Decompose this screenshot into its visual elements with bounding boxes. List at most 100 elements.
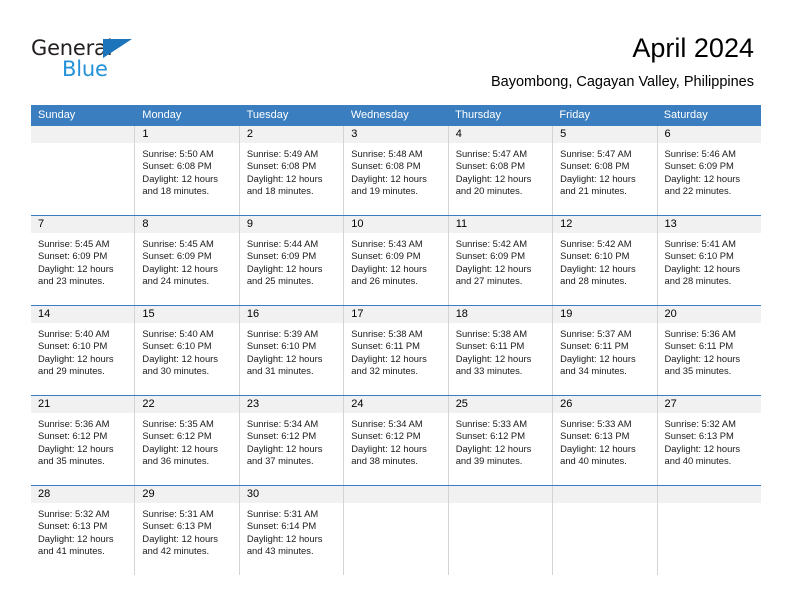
calendar-day-cell[interactable]: 24 Sunrise: 5:34 AM Sunset: 6:12 PM Dayligh…	[344, 396, 449, 485]
generalblue-logo[interactable]: General Blue	[31, 36, 211, 82]
calendar-day-cell[interactable]: 16 Sunrise: 5:39 AM Sunset: 6:10 PM Dayligh…	[239, 306, 345, 395]
daylight-text-line2: and 41 minutes.	[38, 544, 105, 556]
calendar-day-cell[interactable]: 4 Sunrise: 5:47 AM Sunset: 6:08 PM Daylight…	[448, 126, 554, 215]
sunset-text: Sunset: 6:10 PM	[560, 250, 630, 262]
day-details: Sunrise: 5:42 AM Sunset: 6:09 PM Daylight:…	[449, 233, 552, 287]
calendar-day-cell[interactable]: 23 Sunrise: 5:34 AM Sunset: 6:12 PM Dayligh…	[239, 396, 345, 485]
day-number: 6	[657, 126, 761, 143]
sunrise-text: Sunrise: 5:37 AM	[560, 328, 632, 339]
sunrise-text: Sunrise: 5:48 AM	[351, 148, 423, 159]
calendar-day-cell[interactable]: 25 Sunrise: 5:33 AM Sunset: 6:12 PM Dayligh…	[448, 396, 554, 485]
day-number: 22	[135, 396, 239, 413]
calendar-day-cell[interactable]: 10 Sunrise: 5:43 AM Sunset: 6:09 PM Dayligh…	[344, 216, 449, 305]
calendar-day-cell[interactable]: 28 Sunrise: 5:32 AM Sunset: 6:13 PM Dayligh…	[31, 486, 136, 575]
daylight-text-line2: and 35 minutes.	[38, 454, 105, 466]
calendar-day-cell[interactable]: 13 Sunrise: 5:41 AM Sunset: 6:10 PM Dayligh…	[657, 216, 761, 305]
calendar-day-cell[interactable]: 30 Sunrise: 5:31 AM Sunset: 6:14 PM Dayligh…	[239, 486, 345, 575]
sunrise-text: Sunrise: 5:42 AM	[455, 238, 528, 249]
calendar-day-cell[interactable]: 7 Sunrise: 5:45 AM Sunset: 6:09 PM Daylight…	[31, 216, 136, 305]
title-block: April 2024 Bayombong, Cagayan Valley, Ph…	[491, 32, 754, 91]
daylight-text-line1: Daylight: 12 hours	[351, 172, 427, 184]
sunset-text: Sunset: 6:14 PM	[246, 520, 317, 532]
calendar-day-cell[interactable]: 18 Sunrise: 5:38 AM Sunset: 6:11 PM Dayligh…	[448, 306, 554, 395]
day-details: Sunrise: 5:34 AM Sunset: 6:12 PM Daylight:…	[240, 413, 343, 467]
sunset-text: Sunset: 6:10 PM	[246, 340, 317, 352]
day-number: 21	[31, 396, 135, 413]
sunset-text: Sunset: 6:11 PM	[455, 340, 525, 352]
day-number: 11	[448, 216, 553, 233]
day-details: Sunrise: 5:34 AM Sunset: 6:12 PM Daylight:…	[344, 413, 447, 467]
sunrise-text: Sunrise: 5:41 AM	[664, 238, 736, 249]
sunrise-text: Sunrise: 5:49 AM	[246, 148, 319, 159]
daylight-text-line1: Daylight: 12 hours	[351, 442, 427, 454]
calendar-day-cell[interactable]: 1 Sunrise: 5:50 AM Sunset: 6:08 PM Daylight…	[135, 126, 240, 215]
daylight-text-line1: Daylight: 12 hours	[351, 262, 427, 274]
sunset-text: Sunset: 6:12 PM	[142, 430, 212, 442]
dow-friday: Friday	[559, 109, 590, 121]
sunset-text: Sunset: 6:12 PM	[351, 430, 421, 442]
sunset-text: Sunset: 6:09 PM	[38, 250, 108, 262]
calendar-day-cell[interactable]: 15 Sunrise: 5:40 AM Sunset: 6:10 PM Dayligh…	[135, 306, 240, 395]
sunset-text: Sunset: 6:09 PM	[246, 250, 317, 262]
calendar-day-cell[interactable]: 8 Sunrise: 5:45 AM Sunset: 6:09 PM Daylight…	[135, 216, 240, 305]
day-details: Sunrise: 5:42 AM Sunset: 6:10 PM Daylight:…	[553, 233, 656, 287]
day-number: 9	[239, 216, 344, 233]
day-number: 29	[135, 486, 239, 503]
calendar-day-cell[interactable]: 14 Sunrise: 5:40 AM Sunset: 6:10 PM Dayligh…	[31, 306, 136, 395]
day-details: Sunrise: 5:47 AM Sunset: 6:08 PM Daylight:…	[449, 143, 552, 197]
daylight-text-line2: and 24 minutes.	[142, 274, 210, 286]
sunset-text: Sunset: 6:09 PM	[455, 250, 525, 262]
sunset-text: Sunset: 6:08 PM	[455, 160, 525, 172]
sunset-text: Sunset: 6:13 PM	[560, 430, 630, 442]
sunset-text: Sunset: 6:08 PM	[560, 160, 630, 172]
daylight-text-line2: and 20 minutes.	[455, 184, 523, 196]
daylight-text-line2: and 21 minutes.	[560, 184, 627, 196]
calendar-week-inner: 14 Sunrise: 5:40 AM Sunset: 6:10 PM Dayligh…	[31, 306, 761, 395]
daylight-text-line1: Daylight: 12 hours	[560, 262, 636, 274]
calendar-day-cell[interactable]: 11 Sunrise: 5:42 AM Sunset: 6:09 PM Dayligh…	[448, 216, 554, 305]
calendar-day-cell[interactable]: 26 Sunrise: 5:33 AM Sunset: 6:13 PM Dayligh…	[553, 396, 658, 485]
calendar-day-cell[interactable]: 19 Sunrise: 5:37 AM Sunset: 6:11 PM Dayligh…	[553, 306, 658, 395]
location-subtitle: Bayombong, Cagayan Valley, Philippines	[490, 74, 754, 90]
daylight-text-line1: Daylight: 12 hours	[38, 442, 114, 454]
day-details: Sunrise: 5:46 AM Sunset: 6:09 PM Daylight:…	[658, 143, 761, 197]
calendar-day-cell[interactable]: 3 Sunrise: 5:48 AM Sunset: 6:08 PM Daylight…	[344, 126, 449, 215]
calendar-day-cell[interactable]: 20 Sunrise: 5:36 AM Sunset: 6:11 PM Dayligh…	[657, 306, 761, 395]
daylight-text-line2: and 18 minutes.	[246, 184, 314, 196]
day-details: Sunrise: 5:38 AM Sunset: 6:11 PM Daylight:…	[344, 323, 447, 377]
calendar-day-cell[interactable]: 6 Sunrise: 5:46 AM Sunset: 6:09 PM Daylight…	[657, 126, 761, 215]
sunset-text: Sunset: 6:12 PM	[246, 430, 317, 442]
daylight-text-line1: Daylight: 12 hours	[142, 442, 218, 454]
calendar-day-cell[interactable]: 9 Sunrise: 5:44 AM Sunset: 6:09 PM Daylight…	[239, 216, 345, 305]
calendar-day-cell[interactable]: 5 Sunrise: 5:47 AM Sunset: 6:08 PM Daylight…	[553, 126, 658, 215]
day-number: 14	[31, 306, 135, 323]
calendar-day-cell[interactable]: 12 Sunrise: 5:42 AM Sunset: 6:10 PM Dayligh…	[553, 216, 658, 305]
calendar-day-cell[interactable]: 2 Sunrise: 5:49 AM Sunset: 6:08 PM Daylight…	[239, 126, 345, 215]
daylight-text-line1: Daylight: 12 hours	[38, 352, 114, 364]
sunrise-text: Sunrise: 5:38 AM	[351, 328, 423, 339]
daylight-text-line2: and 29 minutes.	[38, 364, 105, 376]
daylight-text-line2: and 33 minutes.	[455, 364, 523, 376]
day-details: Sunrise: 5:49 AM Sunset: 6:08 PM Daylight:…	[240, 143, 343, 197]
calendar-day-cell[interactable]: 17 Sunrise: 5:38 AM Sunset: 6:11 PM Dayligh…	[344, 306, 449, 395]
daylight-text-line2: and 28 minutes.	[664, 274, 732, 286]
calendar-day-cell[interactable]: 27 Sunrise: 5:32 AM Sunset: 6:13 PM Dayligh…	[657, 396, 761, 485]
sunset-text: Sunset: 6:12 PM	[38, 430, 108, 442]
calendar-day-cell[interactable]: 22 Sunrise: 5:35 AM Sunset: 6:12 PM Dayligh…	[135, 396, 240, 485]
sunset-text: Sunset: 6:11 PM	[351, 340, 420, 352]
calendar-grid: Sunday Monday Tuesday Wednesday Thursday…	[31, 105, 761, 575]
day-details: Sunrise: 5:41 AM Sunset: 6:10 PM Daylight:…	[658, 233, 761, 287]
sunrise-text: Sunrise: 5:40 AM	[38, 328, 110, 339]
daylight-text-line1: Daylight: 12 hours	[246, 532, 323, 544]
daylight-text-line1: Daylight: 12 hours	[142, 352, 218, 364]
calendar-day-cell[interactable]: 29 Sunrise: 5:31 AM Sunset: 6:13 PM Dayligh…	[135, 486, 240, 575]
daylight-text-line2: and 19 minutes.	[351, 184, 418, 196]
sunrise-text: Sunrise: 5:34 AM	[246, 418, 319, 429]
day-details: Sunrise: 5:40 AM Sunset: 6:10 PM Daylight:…	[31, 323, 134, 377]
dow-tuesday: Tuesday	[246, 109, 289, 121]
calendar-page: General Blue April 2024 Bayombong, Cagay…	[0, 0, 792, 612]
daylight-text-line1: Daylight: 12 hours	[38, 532, 114, 544]
calendar-day-cell[interactable]: 21 Sunrise: 5:36 AM Sunset: 6:12 PM Dayligh…	[31, 396, 136, 485]
daylight-text-line1: Daylight: 12 hours	[455, 442, 532, 454]
logo-triangle-icon	[103, 39, 132, 58]
